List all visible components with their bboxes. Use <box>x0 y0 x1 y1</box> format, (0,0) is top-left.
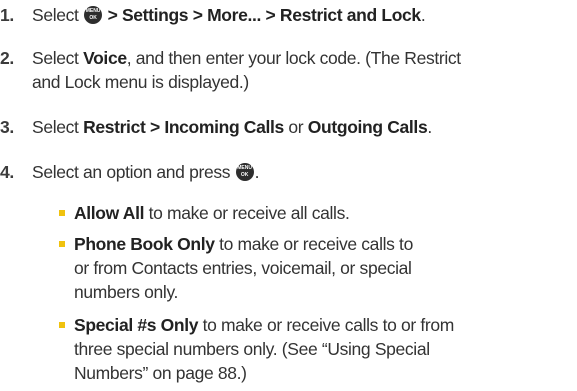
menu-path: Restrict > Incoming Calls <box>83 117 284 137</box>
option-description-line3: numbers only. <box>74 282 179 302</box>
step-text-pre: Select <box>32 5 84 25</box>
step-text-pre: Select <box>32 117 84 137</box>
step-text: Select Restrict > Incoming Calls or Outg… <box>32 115 565 139</box>
option-description: to make or receive calls to or from <box>198 315 455 335</box>
key-label-bottom: OK <box>89 15 97 21</box>
bullet-icon <box>59 241 65 247</box>
option-name: Allow All <box>74 203 145 223</box>
step-text-line2: and Lock menu is displayed.) <box>32 72 249 92</box>
key-label-top: MENU <box>237 165 252 171</box>
option-description-line2: or from Contacts entries, voicemail, or … <box>74 258 412 278</box>
menu-ok-key-icon: MENU OK <box>84 6 103 24</box>
key-label-top: MENU <box>85 8 101 14</box>
option-phone-book-only: Phone Book Only to make or receive calls… <box>59 232 569 304</box>
menu-path: > Settings > More... > Restrict and Lock <box>103 5 422 25</box>
step-number: 1. <box>0 5 14 25</box>
step-number: 4. <box>0 162 14 182</box>
bullet-icon <box>59 322 65 328</box>
option-allow-all: Allow All to make or receive all calls. <box>59 201 569 225</box>
option-description: to make or receive calls to <box>214 234 413 254</box>
step-text-post: . <box>254 162 260 182</box>
step-text: Select an option and press MENU OK. <box>32 160 565 184</box>
key-label-bottom: OK <box>240 172 249 178</box>
menu-option: Outgoing Calls <box>307 117 428 137</box>
manual-page: 1. Select MENU OK > Settings > More... > … <box>0 0 577 391</box>
step-text-pre: Select an option and press <box>32 162 235 182</box>
step-text: Select Voice, and then enter your lock c… <box>32 46 565 94</box>
option-name: Phone Book Only <box>74 234 215 254</box>
step-text-post: , and then enter your lock code. (The Re… <box>126 48 461 68</box>
option-special-numbers-only: Special #s Only to make or receive calls… <box>59 313 569 385</box>
option-name: Special #s Only <box>74 315 199 335</box>
menu-option: Voice <box>83 48 127 68</box>
step-text-post: . <box>427 117 432 137</box>
option-description: to make or receive all calls. <box>144 203 350 223</box>
step-number: 3. <box>0 117 14 137</box>
menu-ok-key-icon: MENU OK <box>235 163 254 181</box>
step-text-post: . <box>420 5 426 25</box>
step-text: Select MENU OK > Settings > More... > Res… <box>32 3 565 27</box>
step-text-pre: Select <box>32 48 84 68</box>
step-text-mid: or <box>283 117 308 137</box>
bullet-icon <box>59 210 65 216</box>
option-description-line2: three special numbers only. (See “Using … <box>74 339 430 359</box>
option-description-line3: Numbers” on page 88.) <box>74 363 247 383</box>
step-number: 2. <box>0 48 14 68</box>
